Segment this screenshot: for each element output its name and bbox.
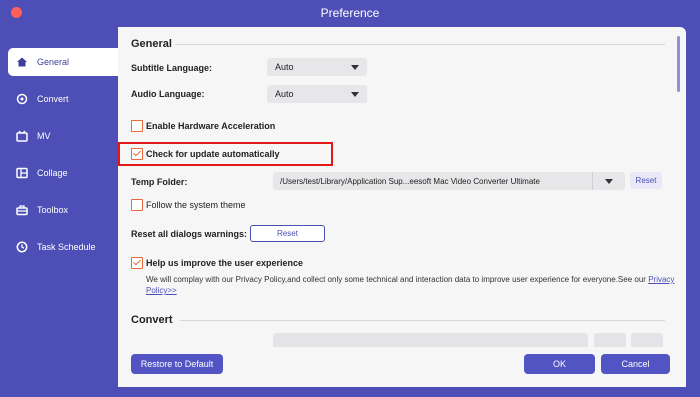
select-value: Auto [275, 62, 294, 72]
subtitle-language-label: Subtitle Language: [131, 63, 212, 73]
section-divider [175, 44, 665, 45]
sidebar-item-collage[interactable]: Collage [8, 159, 118, 187]
sidebar-item-task-schedule[interactable]: Task Schedule [8, 233, 118, 261]
sidebar-item-label: Collage [37, 168, 68, 178]
privacy-description-text: We will complay with our Privacy Policy,… [146, 275, 646, 284]
temp-folder-path: /Users/test/Library/Application Sup...ee… [280, 176, 540, 186]
chevron-down-icon [351, 91, 359, 97]
chevron-down-icon [605, 178, 613, 184]
window-title: Preference [320, 6, 380, 20]
section-divider [180, 320, 665, 321]
privacy-description: We will complay with our Privacy Policy,… [146, 274, 676, 296]
toolbox-icon [16, 204, 28, 216]
reset-dialogs-button[interactable]: Reset [250, 225, 325, 242]
sidebar: General Convert MV Collage Toolbox Task … [0, 27, 118, 397]
cancel-button[interactable]: Cancel [601, 354, 670, 374]
convert-icon [16, 93, 28, 105]
mv-icon [16, 130, 28, 142]
sidebar-item-toolbox[interactable]: Toolbox [8, 196, 118, 224]
sidebar-item-general[interactable]: General [8, 48, 118, 76]
restore-default-button[interactable]: Restore to Default [131, 354, 223, 374]
chevron-down-icon [351, 64, 359, 70]
preference-window: Preference General Convert MV Collage To… [0, 0, 700, 397]
hardware-acceleration-label: Enable Hardware Acceleration [146, 121, 276, 131]
audio-language-label: Audio Language: [131, 89, 205, 99]
sidebar-item-label: MV [37, 131, 51, 141]
sidebar-item-label: Toolbox [37, 205, 69, 215]
divider [592, 172, 593, 190]
hardware-acceleration-checkbox[interactable] [131, 120, 143, 132]
select-value: Auto [275, 89, 294, 99]
sidebar-item-label: Convert [37, 94, 69, 104]
subtitle-language-select[interactable]: Auto [267, 58, 367, 76]
sidebar-item-mv[interactable]: MV [8, 122, 118, 150]
scrollbar[interactable] [677, 36, 680, 92]
temp-folder-label: Temp Folder: [131, 177, 188, 187]
sidebar-item-convert[interactable]: Convert [8, 85, 118, 113]
improve-experience-checkbox[interactable] [131, 257, 143, 269]
ok-button[interactable]: OK [524, 354, 595, 374]
follow-theme-label: Follow the system theme [146, 200, 246, 210]
follow-theme-checkbox[interactable] [131, 199, 143, 211]
section-heading-general: General [131, 38, 172, 50]
sidebar-item-label: General [37, 57, 70, 67]
audio-language-select[interactable]: Auto [267, 85, 367, 103]
clock-icon [16, 241, 28, 253]
temp-folder-reset-button[interactable]: Reset [630, 172, 662, 189]
improve-experience-label: Help us improve the user experience [146, 258, 304, 268]
temp-folder-path-select[interactable]: /Users/test/Library/Application Sup...ee… [273, 172, 625, 190]
title-bar: Preference [0, 0, 700, 27]
section-heading-convert: Convert [131, 314, 173, 326]
reset-dialogs-label: Reset all dialogs warnings: [131, 229, 248, 239]
highlight-box [118, 142, 333, 166]
sidebar-item-label: Task Schedule [37, 242, 96, 252]
collage-icon [16, 167, 28, 179]
home-icon [16, 56, 28, 68]
